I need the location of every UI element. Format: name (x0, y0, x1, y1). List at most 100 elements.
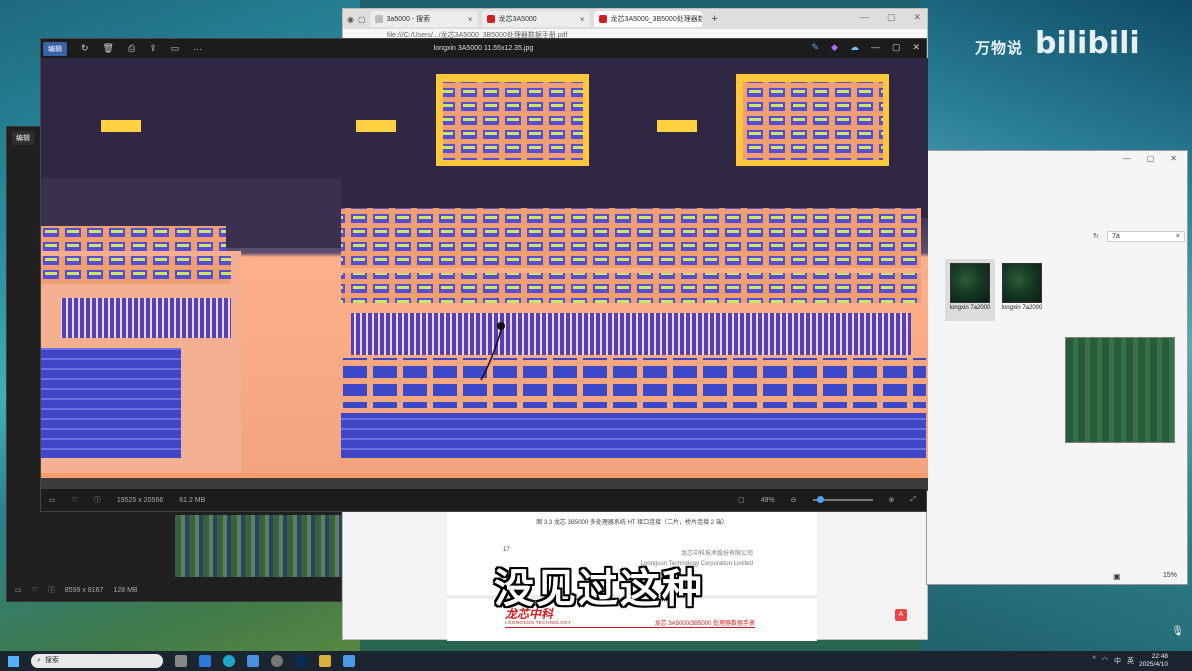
search-value: 7a (1112, 233, 1120, 240)
settings-icon[interactable] (271, 655, 283, 667)
preview-pane-image (1065, 337, 1175, 443)
close-icon[interactable]: ✕ (1170, 154, 1177, 163)
system-tray: ^ ◠ 中 英 (1093, 656, 1134, 666)
search-icon: ⌕ (37, 657, 41, 664)
designer-icon[interactable]: ◆ (831, 42, 838, 53)
filmstrip-icon[interactable]: ▭ (49, 496, 56, 504)
cloud-icon[interactable]: ☁ (850, 42, 859, 53)
back-filesize: 128 MB (113, 586, 138, 594)
language-indicator[interactable]: 英 (1127, 656, 1134, 666)
chevron-up-icon[interactable]: ^ (1093, 656, 1096, 666)
file-name: longxin 7a2000 (1001, 305, 1043, 311)
loongson-tab-icon (486, 15, 495, 23)
close-icon[interactable]: ✕ (913, 12, 921, 23)
clock-time: 22:48 (1151, 653, 1168, 660)
taskbar: ⌕ 搜索 ^ ◠ 中 英 22:48 2025/4/10 (0, 651, 1192, 671)
microphone-icon[interactable]: 🎙 (1171, 626, 1184, 637)
tab-close-icon[interactable]: × (468, 15, 473, 24)
file-thumbnail[interactable]: longxin 7a2000 (945, 259, 995, 321)
zoom-percent[interactable]: 49% (761, 497, 775, 504)
file-explorer-window[interactable]: — ▢ ✕ ↻ 7a × longxin 7a2000 longxin 7a200… (926, 150, 1188, 585)
zoom-slider[interactable] (812, 496, 873, 503)
favorite-heart-icon[interactable]: ♡ (72, 496, 78, 504)
photos-status-bar: ▭ ♡ ⓘ 19525 x 20566 61.2 MB ▢ 49% ⊖ ⊕ ⤢ (41, 489, 926, 511)
fit-window-icon[interactable]: ▢ (738, 496, 745, 504)
file-thumbnail-image (1002, 263, 1042, 303)
back-info-icon[interactable]: ⓘ (48, 585, 55, 595)
edge-icon[interactable] (223, 655, 235, 667)
store-icon[interactable] (247, 655, 259, 667)
clear-search-icon[interactable]: × (1176, 232, 1180, 242)
fullscreen-icon[interactable]: ⤢ (910, 496, 916, 504)
task-view-icon[interactable] (175, 655, 187, 667)
minimize-icon[interactable]: — (860, 12, 869, 23)
more-icon[interactable]: ··· (193, 44, 202, 54)
browser-profile-icon[interactable]: ◉ (347, 15, 354, 24)
tab-datasheet[interactable]: 龙芯3A5000_3B5000处理器数据手× (593, 11, 702, 27)
photos-toolbar: 编辑 ↻ 🗑 ⎙ ⇪ ▭ ··· longxin 3A5000 11.55x12… (41, 39, 926, 58)
file-thumbnail-image (950, 263, 990, 303)
back-status-bar: ▭ ♡ ⓘ 8599 x 8167 128 MB (15, 585, 138, 595)
outlook-icon[interactable] (199, 655, 211, 667)
cpu-die-photo[interactable] (41, 58, 928, 491)
tab-close-icon[interactable]: × (580, 15, 585, 24)
tab-strip: ◉ ▢ 3a5000 - 搜索 × 龙芯3A5000 × 龙芯3A5000_3B50… (343, 9, 927, 29)
bilibili-watermark: 万物说 bilibili (975, 26, 1140, 61)
back-dimensions: 8599 x 8167 (64, 586, 104, 594)
minimize-icon[interactable]: — (871, 42, 880, 53)
photos-viewer-window[interactable]: 编辑 ↻ 🗑 ⎙ ⇪ ▭ ··· longxin 3A5000 11.55x12… (40, 38, 928, 512)
view-icon[interactable]: ▣ (1113, 572, 1121, 581)
slideshow-icon[interactable]: ▭ (171, 43, 180, 54)
image-dimensions: 19525 x 20566 (116, 496, 164, 504)
watermark-author: 万物说 (975, 39, 1024, 57)
search-tab-icon (374, 15, 383, 23)
ai-edit-icon[interactable]: ✎ (811, 42, 819, 53)
file-thumbnail[interactable]: longxin 7a2000 (997, 259, 1047, 321)
clock[interactable]: 22:48 2025/4/10 (1139, 653, 1168, 669)
tab-label: 龙芯3A5000 (498, 16, 537, 23)
pdf-app-icon[interactable]: A (895, 609, 907, 621)
watermark-brand: bilibili (1035, 26, 1140, 61)
maximize-icon[interactable]: ▢ (1147, 154, 1155, 163)
edit-button[interactable]: 编辑 (43, 41, 67, 56)
new-tab-button[interactable]: + (706, 13, 724, 25)
back-heart-icon[interactable]: ♡ (32, 586, 38, 594)
tab-label: 龙芯3A5000_3B5000处理器数据手 (610, 16, 702, 23)
back-filmstrip-icon[interactable]: ▭ (15, 586, 22, 594)
refresh-icon[interactable]: ↻ (1093, 232, 1099, 240)
info-icon[interactable]: ⓘ (94, 495, 101, 505)
maximize-icon[interactable]: ▢ (892, 42, 901, 53)
taskbar-search[interactable]: ⌕ 搜索 (31, 654, 163, 668)
delete-icon[interactable]: 🗑 (103, 43, 114, 54)
print-icon[interactable]: ⎙ (128, 43, 135, 54)
explorer-search-input[interactable]: 7a × (1107, 231, 1185, 242)
pdf-doc-title: 龙芯 3A5000/3B5000 处理器数据手册 (654, 621, 755, 627)
pdf-tab-icon (598, 15, 607, 23)
wifi-icon[interactable]: ◠ (1102, 656, 1108, 666)
clock-date: 2025/4/10 (1139, 661, 1168, 668)
pdf-figure-caption: 图 3.3 龙芯 3B5000 多处理器系统 HT 接口连接（二片，桥片连接 2… (536, 520, 728, 526)
share-icon[interactable]: ⇪ (149, 43, 157, 54)
tab-loongson[interactable]: 龙芯3A5000 × (481, 11, 590, 27)
explorer-zoom[interactable]: 15% (1163, 572, 1177, 579)
back-photo-image (175, 515, 343, 577)
minimize-icon[interactable]: — (1123, 154, 1131, 163)
file-explorer-icon[interactable] (319, 655, 331, 667)
ime-indicator[interactable]: 中 (1114, 656, 1121, 666)
photoshop-icon[interactable] (295, 655, 307, 667)
tab-label: 3a5000 - 搜索 (386, 16, 431, 23)
zoom-in-icon[interactable]: ⊕ (889, 496, 895, 504)
rotate-icon[interactable]: ↻ (81, 43, 89, 54)
pdf-page-number: 17 (503, 547, 510, 553)
pdf-header-rule (505, 627, 755, 628)
tab-actions-icon[interactable]: ▢ (358, 15, 366, 24)
browser-window-controls: — ▢ ✕ (860, 12, 921, 23)
start-button[interactable] (8, 655, 19, 667)
close-icon[interactable]: ✕ (912, 42, 920, 53)
back-edit-button[interactable]: 编辑 (12, 131, 34, 145)
tab-search[interactable]: 3a5000 - 搜索 × (369, 11, 478, 27)
video-subtitle: 没见过这种 (494, 566, 704, 612)
photos-app-icon[interactable] (343, 655, 355, 667)
zoom-out-icon[interactable]: ⊖ (791, 496, 797, 504)
maximize-icon[interactable]: ▢ (887, 12, 896, 23)
